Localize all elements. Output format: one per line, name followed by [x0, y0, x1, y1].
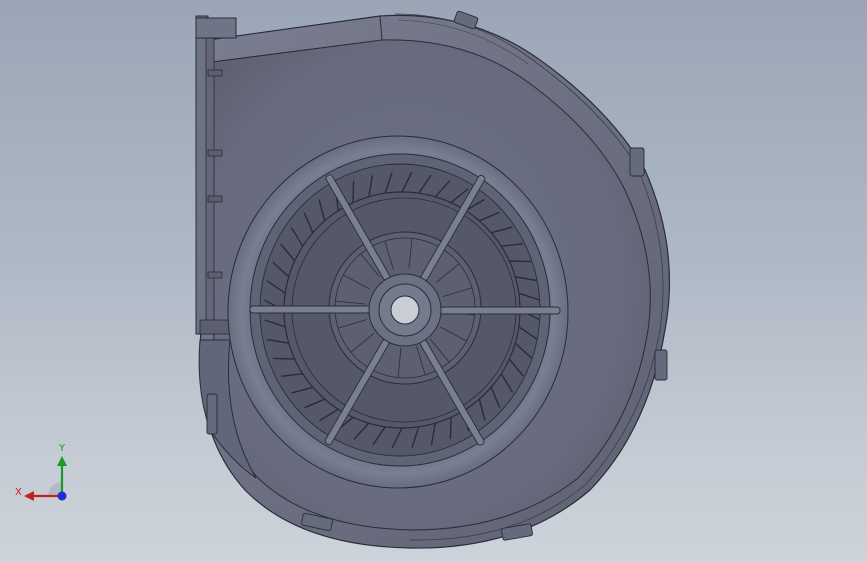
impeller-blade — [352, 180, 355, 203]
impeller-blade — [449, 417, 452, 440]
flange-top-bracket — [195, 17, 237, 39]
graphics-viewport[interactable]: X Y — [0, 0, 867, 562]
guard-spoke — [249, 305, 371, 314]
impeller-blade — [272, 357, 295, 360]
reference-triad — [24, 456, 67, 501]
triad-y-label: Y — [59, 443, 66, 454]
triad-x-arrowhead — [24, 491, 34, 501]
blower-fan-model[interactable] — [0, 0, 867, 562]
triad-z-axis — [57, 491, 67, 501]
triad-x-label: X — [15, 487, 22, 498]
guard-spoke — [439, 306, 561, 315]
mounting-flange-inner — [205, 21, 215, 329]
triad-y-arrowhead — [57, 456, 67, 466]
motor-shaft-hole — [390, 295, 420, 325]
impeller-blade — [509, 260, 532, 263]
